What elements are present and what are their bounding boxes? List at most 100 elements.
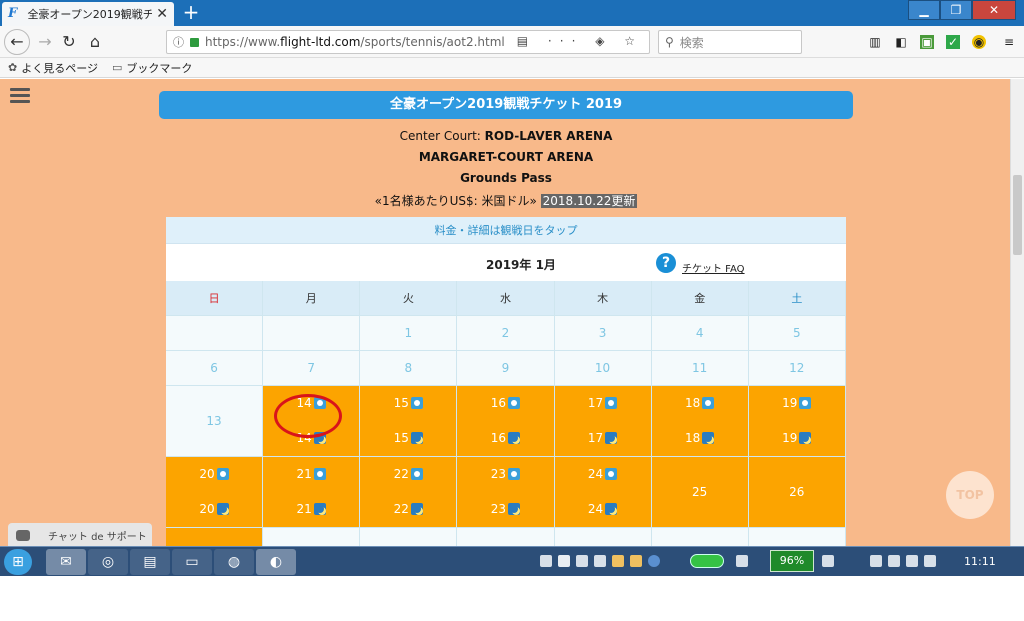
checkmark-extension-icon[interactable]: ✓ <box>946 35 960 49</box>
chat-support-button[interactable]: チャット de サポート <box>8 523 152 546</box>
tray-icon[interactable] <box>870 555 882 567</box>
day-cell-session[interactable]: 23 23 <box>457 457 555 528</box>
day-cell-session[interactable]: 24 24 <box>554 457 652 528</box>
tray-icon[interactable] <box>594 555 606 567</box>
day-cell: 5 <box>748 316 846 351</box>
start-button[interactable]: ⊞ <box>4 549 32 575</box>
day-session[interactable]: 20 <box>166 457 262 492</box>
day-cell-session[interactable]: 15 15 <box>360 386 458 457</box>
taskbar-app-chrome-icon[interactable]: ◍ <box>214 549 254 575</box>
scroll-top-button[interactable]: TOP <box>946 471 994 519</box>
home-button[interactable]: ⌂ <box>84 31 106 53</box>
day-number: 23 <box>490 502 507 516</box>
back-button[interactable]: ← <box>4 29 30 55</box>
night-session[interactable]: 23 <box>457 492 553 527</box>
network-icon[interactable] <box>736 555 748 567</box>
day-cell-session[interactable] <box>166 528 264 546</box>
taskbar-app-mail-icon[interactable]: ✉ <box>46 549 86 575</box>
taskbar-app-folder-icon[interactable]: ▭ <box>172 549 212 575</box>
blank-area <box>0 577 1024 621</box>
battery-indicator[interactable]: 96% <box>770 550 814 572</box>
library-icon[interactable]: ▥ <box>868 35 882 49</box>
browser-tab[interactable]: F 全豪オープン2019観戦チケッ ✕ <box>2 2 174 26</box>
week-row-4: 20 20 21 21 22 22 23 23 24 24 25 26 <box>166 457 846 528</box>
taskbar-app-globe-icon[interactable]: ◎ <box>88 549 128 575</box>
day-cell-session[interactable]: 21 21 <box>263 457 361 528</box>
day-cell-session[interactable]: 22 22 <box>360 457 458 528</box>
day-session[interactable]: 16 <box>457 386 553 421</box>
display-icon[interactable] <box>906 555 918 567</box>
day-session[interactable]: 19 <box>749 386 845 421</box>
taskbar-app-firefox-icon[interactable]: ◐ <box>256 549 296 575</box>
day-cell: 11 <box>651 351 749 386</box>
day-session[interactable]: 23 <box>457 457 553 492</box>
clock[interactable]: 11:11 <box>964 555 996 568</box>
day-session[interactable]: 17 <box>555 386 651 421</box>
folder-icon: ▭ <box>112 61 123 74</box>
night-session[interactable]: 19 <box>749 421 845 456</box>
search-input[interactable]: ⚲ 検索 <box>658 30 802 54</box>
tray-icon[interactable] <box>888 555 900 567</box>
day-cell-session[interactable]: 19 19 <box>748 386 846 457</box>
night-session[interactable]: 22 <box>360 492 456 527</box>
taskbar-app-spreadsheet-icon[interactable]: ▤ <box>130 549 170 575</box>
tray-icon[interactable] <box>576 555 588 567</box>
night-session[interactable]: 15 <box>360 421 456 456</box>
day-number: 18 <box>685 431 701 445</box>
day-session[interactable]: 22 <box>360 457 456 492</box>
ime-icon[interactable] <box>558 555 570 567</box>
day-session[interactable]: 24 <box>555 457 651 492</box>
night-session[interactable]: 24 <box>555 492 651 527</box>
forward-button[interactable]: → <box>34 31 56 53</box>
reload-button[interactable]: ↻ <box>58 31 80 53</box>
status-indicator <box>690 554 724 568</box>
month-title: 2019年 1月 <box>486 258 556 272</box>
day-cell: 3 <box>554 316 652 351</box>
minimize-button[interactable]: ▁ <box>908 0 940 20</box>
day-session-icon <box>508 468 521 480</box>
night-session[interactable]: 20 <box>166 492 262 527</box>
night-session[interactable]: 18 <box>652 421 748 456</box>
day-cell-session[interactable]: 18 18 <box>651 386 749 457</box>
day-cell-session[interactable]: 26 <box>748 457 846 528</box>
restore-button[interactable]: ❐ <box>940 0 972 20</box>
power-icon[interactable] <box>822 555 834 567</box>
new-tab-button[interactable]: + <box>180 2 202 24</box>
night-session-icon <box>410 503 423 515</box>
day-session[interactable]: 18 <box>652 386 748 421</box>
window-close-button[interactable]: ✕ <box>972 0 1016 20</box>
day-number: 20 <box>199 467 215 481</box>
tray-icon[interactable] <box>540 555 552 567</box>
hamburger-menu-icon[interactable] <box>10 88 30 104</box>
day-cell-session[interactable]: 20 20 <box>166 457 264 528</box>
url-bar[interactable]: ⓘ https://www.flight-ltd.com/sports/tenn… <box>166 30 650 54</box>
tray-icon[interactable] <box>612 555 624 567</box>
navigation-bar: ← → ↻ ⌂ ⓘ https://www.flight-ltd.com/spo… <box>0 26 1024 58</box>
day-cell-session[interactable]: 25 <box>651 457 749 528</box>
help-icon[interactable] <box>648 555 660 567</box>
tab-close-icon[interactable]: ✕ <box>156 6 168 22</box>
faq-link[interactable]: ? チケット FAQ <box>656 250 745 275</box>
info-icon[interactable]: ⓘ <box>173 34 184 50</box>
bookmark-most-visited[interactable]: ✿ よく見るページ <box>8 60 98 76</box>
scrollbar-thumb[interactable] <box>1013 175 1022 255</box>
sidebar-icon[interactable]: ◧ <box>894 35 908 49</box>
volume-icon[interactable] <box>924 555 936 567</box>
night-session[interactable]: 16 <box>457 421 553 456</box>
day-cell-session[interactable]: 17 17 <box>554 386 652 457</box>
page-scrollbar[interactable] <box>1010 79 1024 546</box>
bookmark-folder[interactable]: ▭ ブックマーク <box>112 60 192 76</box>
search-extension-icon[interactable]: ◉ <box>972 35 986 49</box>
night-session[interactable]: 17 <box>555 421 651 456</box>
day-cell-session[interactable]: 16 16 <box>457 386 555 457</box>
menu-icon[interactable]: ≡ <box>1002 35 1016 49</box>
day-session[interactable]: 15 <box>360 386 456 421</box>
extension-icon[interactable]: ▣ <box>920 35 934 49</box>
day-session[interactable]: 21 <box>263 457 359 492</box>
windows-taskbar: ⊞ ✉ ◎ ▤ ▭ ◍ ◐ 96% 11:11 <box>0 546 1024 576</box>
day-cell: 13 <box>166 386 264 457</box>
day-number: 19 <box>782 396 798 410</box>
night-session[interactable]: 21 <box>263 492 359 527</box>
url-bar-actions[interactable]: ▤ ··· ◈ ☆ <box>517 34 643 48</box>
tray-icon[interactable] <box>630 555 642 567</box>
